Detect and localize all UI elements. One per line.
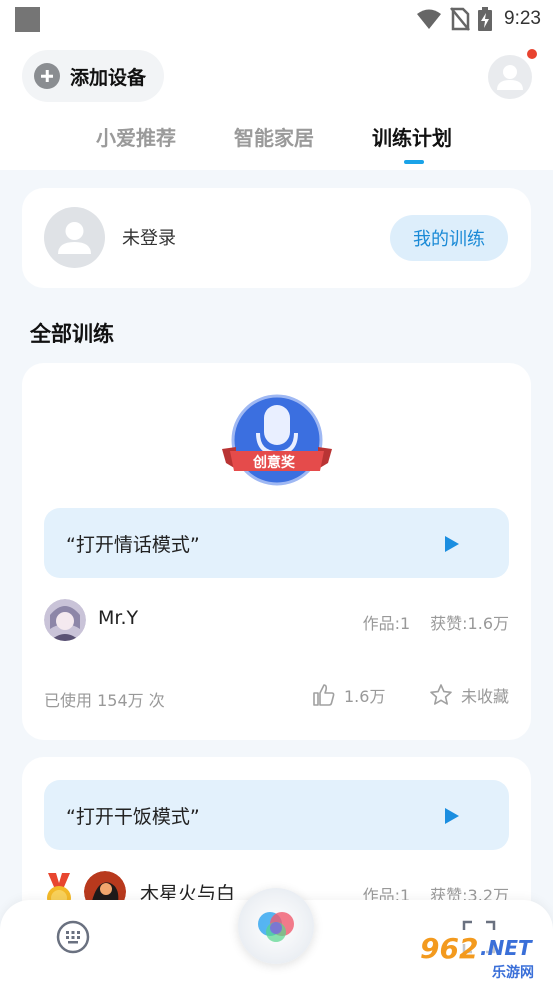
author-avatar-image — [44, 599, 86, 641]
voice-assistant-button[interactable] — [238, 888, 314, 964]
usage-count: 已使用 154万 次 — [44, 691, 165, 710]
no-sim-icon — [450, 7, 470, 31]
watermark-logo: 962 .NET 乐游网 — [412, 922, 553, 983]
clock: 9:23 — [504, 8, 541, 29]
wifi-icon — [417, 9, 442, 29]
like-count: 1.6万 — [344, 687, 386, 706]
play-icon[interactable] — [445, 536, 459, 552]
section-title: 全部训练 — [30, 322, 114, 346]
phrase-box[interactable]: “打开干饭模式” — [44, 780, 509, 850]
play-icon[interactable] — [445, 808, 459, 824]
phrase-text: “打开干饭模式” — [66, 806, 200, 828]
training-card[interactable]: 创意奖 “打开情话模式” Mr.Y 作品:1 获赞:1.6万 已使用 154万 … — [22, 363, 531, 740]
status-bar: 9:23 — [0, 0, 553, 38]
tab-training-plan[interactable]: 训练计划 — [372, 122, 452, 151]
tab-bar: 小爱推荐 智能家居 训练计划 — [0, 122, 553, 162]
usage-row: 已使用 154万 次 1.6万 未收藏 — [44, 683, 509, 713]
watermark-sub: 乐游网 — [492, 965, 534, 981]
watermark-suffix: .NET — [480, 936, 532, 960]
tab-indicator — [404, 160, 424, 164]
plus-icon — [34, 63, 60, 89]
like-button[interactable]: 1.6万 — [312, 683, 385, 707]
profile-button[interactable] — [488, 55, 532, 99]
phrase-text: “打开情话模式” — [66, 534, 200, 556]
avatar[interactable] — [44, 207, 105, 268]
add-device-button[interactable]: 添加设备 — [22, 50, 165, 102]
microphone-award-icon — [222, 394, 332, 486]
login-status[interactable]: 未登录 — [122, 224, 176, 250]
author-row: Mr.Y 作品:1 获赞:1.6万 — [44, 599, 509, 643]
user-icon — [58, 222, 91, 254]
badge-label: 创意奖 — [253, 455, 295, 471]
keyboard-icon[interactable] — [56, 920, 90, 954]
favorite-label: 未收藏 — [460, 687, 509, 706]
add-device-label: 添加设备 — [70, 66, 147, 89]
battery-charging-icon — [478, 7, 493, 31]
user-icon — [497, 65, 523, 90]
phrase-box[interactable]: “打开情话模式” — [44, 508, 509, 578]
tab-smart-home[interactable]: 智能家居 — [234, 122, 314, 151]
user-card: 未登录 我的训练 — [22, 188, 531, 288]
tab-recommend[interactable]: 小爱推荐 — [96, 122, 176, 151]
notification-dot — [527, 49, 537, 59]
favorite-button[interactable]: 未收藏 — [429, 683, 509, 707]
author-avatar[interactable] — [44, 599, 86, 641]
watermark-brand: 962 — [420, 932, 479, 965]
likes-received: 获赞:1.6万 — [430, 614, 509, 633]
author-stats: 作品:1 获赞:1.6万 — [363, 610, 509, 634]
my-training-button[interactable]: 我的训练 — [390, 215, 508, 261]
assistant-orb-icon — [258, 912, 294, 942]
works-count: 作品:1 — [362, 614, 411, 633]
notification-icon — [15, 7, 40, 32]
star-icon — [430, 684, 452, 705]
thumbs-up-icon — [313, 684, 335, 706]
author-name[interactable]: Mr.Y — [98, 607, 138, 629]
